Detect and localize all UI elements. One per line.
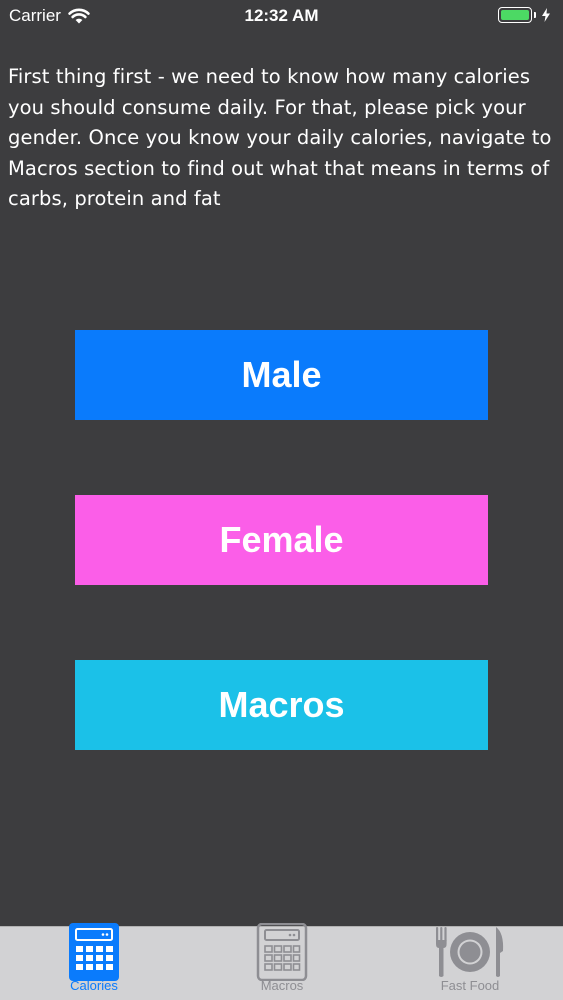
charging-bolt-icon <box>542 8 550 22</box>
calories-screen: Carrier 12:32 AM First thing first - we … <box>0 0 563 1000</box>
tab-bar: Calories Macros Fast Food <box>0 923 563 1000</box>
intro-text: First thing first - we need to know how … <box>8 65 552 210</box>
calculator-icon <box>69 923 119 981</box>
battery-icon <box>498 7 532 23</box>
male-button[interactable]: Male <box>75 330 488 420</box>
status-bar: Carrier 12:32 AM <box>0 0 563 34</box>
tab-calories-label: Calories <box>70 978 118 993</box>
macros-button[interactable]: Macros <box>75 660 488 750</box>
tab-fast-food[interactable]: Fast Food <box>376 927 563 1000</box>
status-time: 12:32 AM <box>244 6 319 25</box>
tab-macros[interactable]: Macros <box>188 923 376 1000</box>
battery-cap <box>534 12 536 18</box>
tab-fast-food-label: Fast Food <box>440 978 500 993</box>
fork-plate-knife-icon <box>436 927 504 977</box>
tab-macros-label: Macros <box>260 978 304 993</box>
tab-calories[interactable]: Calories <box>0 923 188 1000</box>
battery-indicator <box>498 7 551 23</box>
female-button[interactable]: Female <box>75 495 488 585</box>
battery-level <box>501 10 529 20</box>
calculator-icon <box>256 923 308 981</box>
